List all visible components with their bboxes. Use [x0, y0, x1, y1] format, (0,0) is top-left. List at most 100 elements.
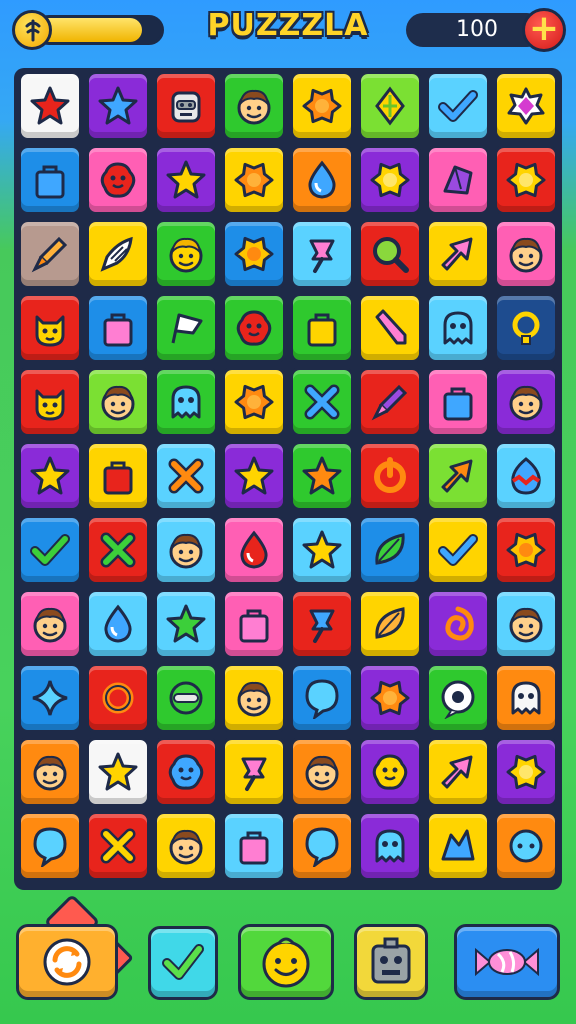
- tile-boy-face[interactable]: [18, 589, 82, 659]
- tile-sun-orange[interactable]: [358, 663, 422, 733]
- hint-button[interactable]: [238, 924, 334, 1000]
- tile-pin-pink[interactable]: [222, 737, 286, 807]
- tile-bag-red[interactable]: [86, 441, 150, 511]
- tile-leaf-orange[interactable]: [358, 589, 422, 659]
- tile-cat-face[interactable]: [18, 367, 82, 437]
- tile-bag-blue[interactable]: [18, 145, 82, 215]
- tile-capsule[interactable]: [154, 663, 218, 733]
- tile-ghost-white[interactable]: [494, 663, 558, 733]
- tile-bulb-yellow[interactable]: [494, 293, 558, 363]
- candy-button[interactable]: [454, 924, 560, 1000]
- tile-crystal-blue[interactable]: [426, 811, 490, 881]
- tile-balloon-blue[interactable]: [290, 663, 354, 733]
- tile-gem-pink[interactable]: [494, 71, 558, 141]
- tile-boy-face[interactable]: [154, 515, 218, 585]
- tile-ghost-blue[interactable]: [426, 293, 490, 363]
- tile-arrow-pink[interactable]: [426, 737, 490, 807]
- tile-bag-pink[interactable]: [86, 293, 150, 363]
- tile-ghost-blue[interactable]: [358, 811, 422, 881]
- tile-star-orange[interactable]: [290, 441, 354, 511]
- tile-star-yellow[interactable]: [154, 145, 218, 215]
- boy-face-icon: [33, 755, 67, 791]
- tile-boy-face[interactable]: [86, 367, 150, 437]
- robot-button[interactable]: [354, 924, 428, 1000]
- tile-magnifier[interactable]: [358, 219, 422, 289]
- tile-star-red[interactable]: [18, 71, 82, 141]
- tile-spiral-orange[interactable]: [426, 589, 490, 659]
- tile-pin-blue[interactable]: [290, 589, 354, 659]
- tile-robot-face[interactable]: [154, 71, 218, 141]
- tile-boy-face[interactable]: [494, 219, 558, 289]
- tile-blob-red[interactable]: [86, 145, 150, 215]
- arrow-orange-icon: [441, 459, 473, 493]
- tile-bag-pink[interactable]: [222, 589, 286, 659]
- tile-sun-orange[interactable]: [222, 367, 286, 437]
- tile-spark-blue[interactable]: [18, 663, 82, 733]
- tile-check-blue[interactable]: [426, 71, 490, 141]
- tile-arrow-pink[interactable]: [426, 219, 490, 289]
- tile-leaf-gem[interactable]: [358, 71, 422, 141]
- tile-star-yellow[interactable]: [290, 515, 354, 585]
- tile-star-yellow[interactable]: [86, 737, 150, 807]
- tile-drop-blue[interactable]: [290, 145, 354, 215]
- tile-brush-purple[interactable]: [358, 367, 422, 437]
- tile-boy-face[interactable]: [222, 71, 286, 141]
- tile-blob-blue[interactable]: [154, 737, 218, 807]
- shuffle-button[interactable]: [16, 924, 118, 1000]
- tile-arrow-orange[interactable]: [426, 441, 490, 511]
- tile-star-yellow[interactable]: [222, 441, 286, 511]
- tile-flower-yellow[interactable]: [494, 515, 558, 585]
- tile-ghost-blue[interactable]: [154, 367, 218, 437]
- tile-sun-orange[interactable]: [222, 145, 286, 215]
- tile-flag-white[interactable]: [154, 293, 218, 363]
- tile-bag-pink[interactable]: [222, 811, 286, 881]
- tile-cross-orange[interactable]: [154, 441, 218, 511]
- tile-boy-face[interactable]: [18, 737, 82, 807]
- tile-brush[interactable]: [18, 219, 82, 289]
- tile-sun-orange[interactable]: [290, 71, 354, 141]
- tile-bag-blue[interactable]: [426, 367, 490, 437]
- tile-star-yellow[interactable]: [18, 441, 82, 511]
- cross-yellow-icon: [100, 828, 136, 864]
- tile-leaf-green[interactable]: [358, 515, 422, 585]
- tile-pin-pink[interactable]: [290, 219, 354, 289]
- tile-sun-yellow[interactable]: [494, 145, 558, 215]
- tile-cross-yellow[interactable]: [86, 811, 150, 881]
- tile-blob-red[interactable]: [222, 293, 286, 363]
- tile-smile-yellow[interactable]: [358, 737, 422, 807]
- tile-check-green[interactable]: [18, 515, 82, 585]
- check-button[interactable]: [148, 926, 218, 1000]
- tile-ring-orange[interactable]: [86, 663, 150, 733]
- tile-balloon-blue[interactable]: [18, 811, 82, 881]
- tile-boy-face[interactable]: [154, 811, 218, 881]
- tile-boy-face[interactable]: [222, 663, 286, 733]
- tile-drop-blue[interactable]: [86, 589, 150, 659]
- tile-egg-color[interactable]: [494, 441, 558, 511]
- tile-flower-yellow[interactable]: [222, 219, 286, 289]
- plus-button[interactable]: +: [522, 8, 566, 52]
- tile-star-blue[interactable]: [86, 71, 150, 141]
- flower-yellow-icon: [506, 532, 546, 568]
- tile-balloon-blue[interactable]: [290, 811, 354, 881]
- tile-sun-yellow[interactable]: [358, 145, 422, 215]
- tile-sun-yellow[interactable]: [494, 737, 558, 807]
- tile-cat-face[interactable]: [18, 293, 82, 363]
- tile-boy-face[interactable]: [494, 367, 558, 437]
- tile-bag-yellow[interactable]: [290, 293, 354, 363]
- balloon-blue-icon: [305, 827, 339, 867]
- tile-drop-red[interactable]: [222, 515, 286, 585]
- tile-check-blue[interactable]: [426, 515, 490, 585]
- tile-boy-face[interactable]: [290, 737, 354, 807]
- tile-pencil-pink[interactable]: [358, 293, 422, 363]
- tile-star-green[interactable]: [154, 589, 218, 659]
- tile-wing-white[interactable]: [86, 219, 150, 289]
- tile-alien-face[interactable]: [154, 219, 218, 289]
- boy-face-icon: [33, 607, 67, 643]
- tile-eye-white[interactable]: [426, 663, 490, 733]
- tile-boy-face[interactable]: [494, 589, 558, 659]
- tile-crystal-purple[interactable]: [426, 145, 490, 215]
- tile-cross-blue[interactable]: [290, 367, 354, 437]
- tile-cross-green[interactable]: [86, 515, 150, 585]
- tile-chat-blue[interactable]: [494, 811, 558, 881]
- tile-power-orange[interactable]: [358, 441, 422, 511]
